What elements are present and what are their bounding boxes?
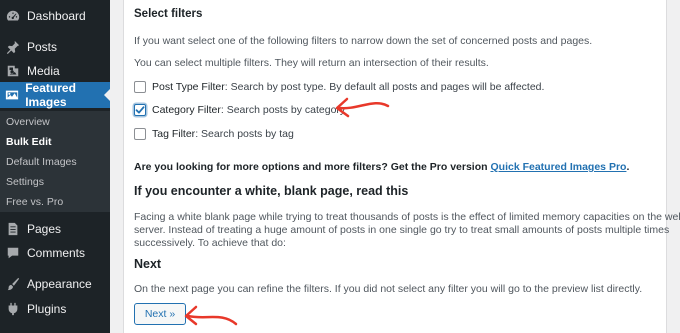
tag-filter-label[interactable]: Tag Filter — [152, 128, 195, 140]
menu-item-label: Comments — [27, 246, 86, 260]
category-filter-checkbox[interactable] — [134, 104, 146, 116]
annotation-arrow-icon — [184, 305, 238, 326]
next-heading: Next — [134, 257, 162, 271]
menu-item-featured-images[interactable]: Featured Images — [0, 81, 110, 109]
pro-promo-text: Are you looking for more options and mor… — [134, 161, 629, 173]
promo-question: Are you looking for more options and mor… — [134, 161, 488, 173]
comment-icon — [5, 245, 21, 261]
submenu-item-free-vs-pro[interactable]: Free vs. Pro — [6, 196, 63, 208]
next-button[interactable]: Next » — [134, 303, 186, 325]
blank-page-heading: If you encounter a white, blank page, re… — [134, 184, 409, 198]
plug-icon — [5, 301, 21, 317]
tag-filter-checkbox[interactable] — [134, 128, 146, 140]
menu-item-dashboard[interactable]: Dashboard — [0, 3, 110, 29]
checkmark-icon — [135, 106, 145, 114]
tag-filter-description: : Search posts by tag — [195, 128, 294, 140]
post-type-filter-checkbox[interactable] — [134, 81, 146, 93]
category-filter-row: Category Filter: Search posts by categor… — [152, 104, 345, 116]
menu-item-pages[interactable]: Pages — [0, 216, 110, 242]
blank-page-text-line-1: Facing a white blank page while trying t… — [134, 211, 680, 223]
media-icon — [5, 63, 21, 79]
blank-page-text-line-2: server. Instead of treating a huge amoun… — [134, 224, 670, 236]
menu-item-label: Dashboard — [27, 9, 86, 23]
blank-page-text-line-3: successively. To achieve that do: — [134, 237, 286, 249]
menu-item-label: Posts — [27, 40, 58, 54]
category-filter-description: : Search posts by category — [220, 104, 346, 116]
menu-item-label: Pages — [27, 222, 62, 236]
next-step-text: On the next page you can refine the filt… — [134, 283, 643, 295]
menu-item-comments[interactable]: Comments — [0, 240, 110, 266]
post-type-filter-label[interactable]: Post Type Filter — [152, 81, 225, 93]
menu-item-label: Media — [27, 64, 60, 78]
dashboard-icon — [5, 8, 21, 24]
pin-icon — [5, 39, 21, 55]
page-icon — [5, 221, 21, 237]
menu-item-posts[interactable]: Posts — [0, 34, 110, 60]
submenu-item-default-images[interactable]: Default Images — [6, 156, 77, 168]
bulk-edit-panel: Select filters If you want select one of… — [123, 0, 680, 333]
submenu-item-overview[interactable]: Overview — [6, 116, 50, 128]
menu-item-label: Featured Images — [25, 81, 76, 109]
tag-filter-row: Tag Filter: Search posts by tag — [152, 128, 294, 140]
menu-item-plugins[interactable]: Plugins — [0, 296, 110, 322]
admin-sidebar: Dashboard Posts Media Featured Images Ov… — [0, 0, 110, 333]
featured-images-submenu: Overview Bulk Edit Default Images Settin… — [0, 111, 110, 212]
select-filters-title: Select filters — [134, 8, 203, 20]
submenu-item-bulk-edit[interactable]: Bulk Edit — [6, 136, 52, 148]
image-icon — [5, 87, 19, 103]
menu-item-label: Plugins — [27, 302, 67, 316]
promo-end: . — [626, 161, 630, 173]
multiple-filters-text: You can select multiple filters. They wi… — [134, 57, 489, 69]
menu-item-appearance[interactable]: Appearance — [0, 271, 110, 297]
submenu-item-settings[interactable]: Settings — [6, 176, 44, 188]
pro-version-link[interactable]: Quick Featured Images Pro — [490, 161, 626, 173]
menu-item-label: Appearance — [27, 277, 92, 291]
intro-text: If you want select one of the following … — [134, 35, 593, 47]
category-filter-label[interactable]: Category Filter — [152, 104, 221, 116]
annotation-arrow-icon — [335, 97, 390, 118]
brush-icon — [5, 276, 21, 292]
